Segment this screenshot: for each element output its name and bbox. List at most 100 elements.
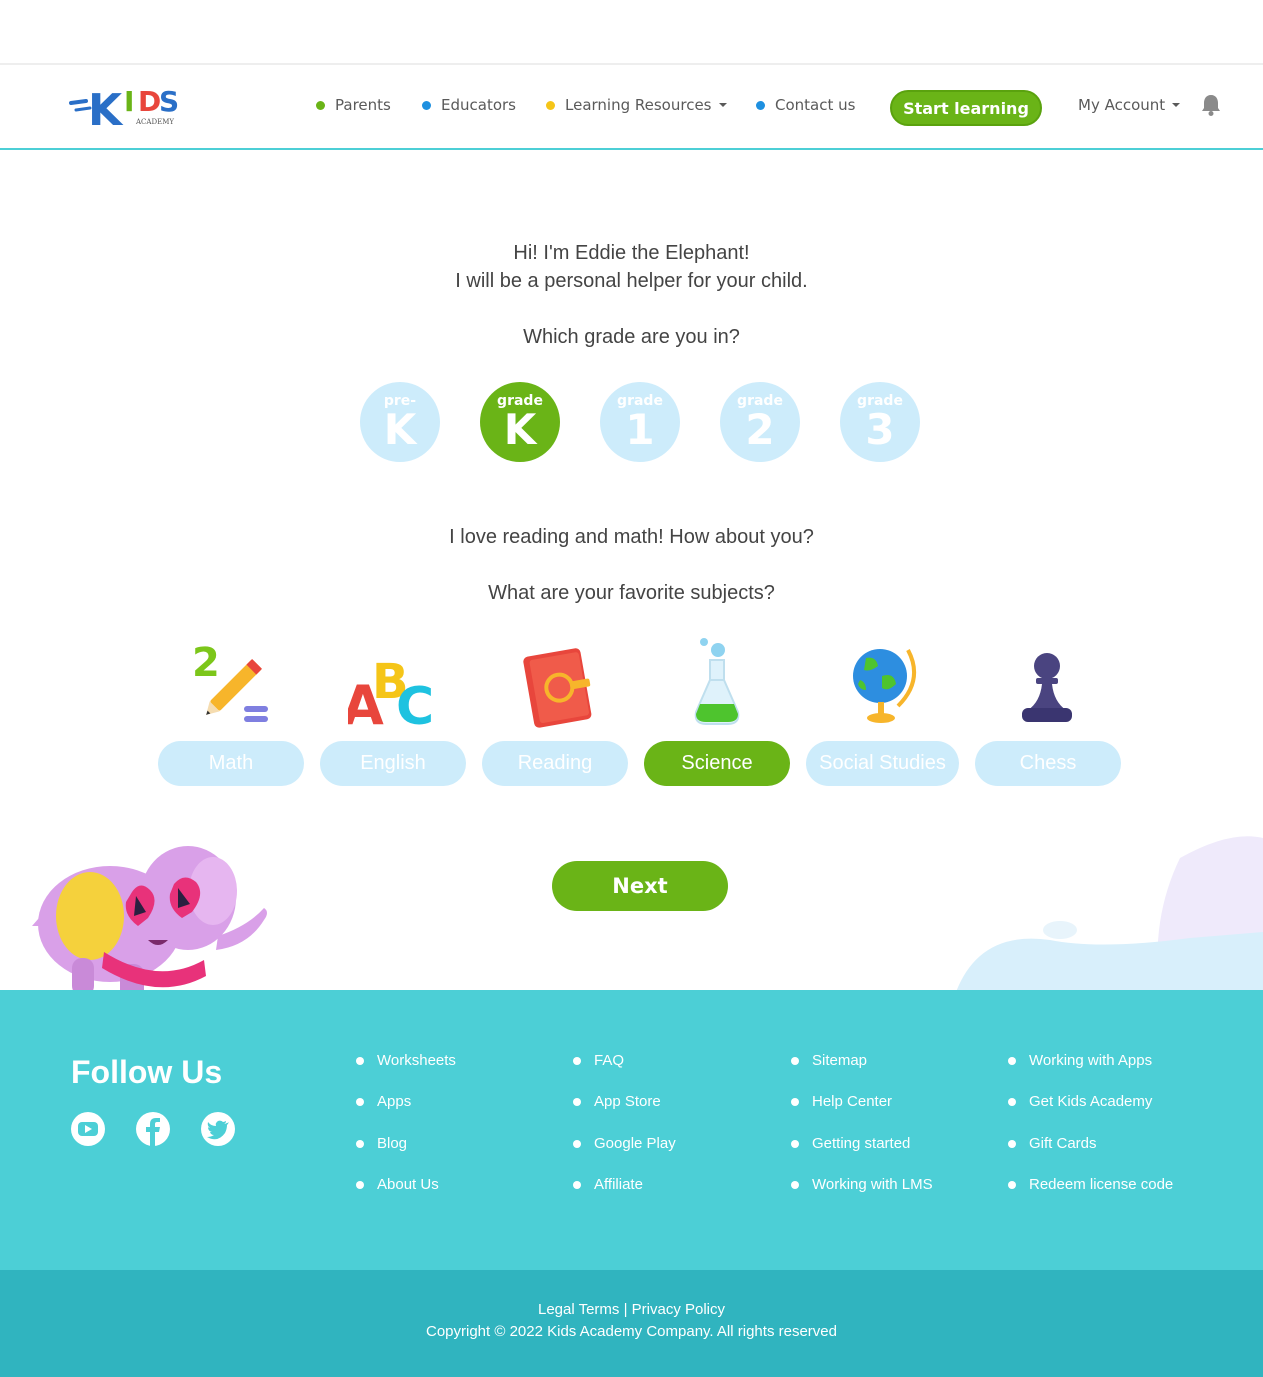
footer-link-faq[interactable]: FAQ [573,1052,624,1069]
subject-question: What are your favorite subjects? [488,582,775,604]
bullet-icon [1008,1056,1016,1065]
nav-dot-icon [422,100,431,110]
subject-social-studies-button[interactable]: Social Studies [806,741,959,786]
logo-academy: ACADEMY [135,118,174,126]
next-button[interactable]: Next [552,861,728,911]
top-header: K I D S ACADEMY Parents Educators Learni… [0,63,1263,150]
svg-text:C: C [396,677,434,728]
grade-big-label: 1 [625,405,655,454]
my-account-menu[interactable]: My Account [1078,96,1181,114]
logo-letter-i: I [124,85,134,118]
footer-link-sitemap[interactable]: Sitemap [791,1052,867,1069]
chevron-down-icon [1172,103,1181,107]
footer-link-label: Help Center [812,1093,893,1110]
book-icon [523,648,592,728]
legal-links[interactable]: Legal Terms | Privacy Policy [0,1301,1263,1318]
globe-icon [853,649,916,723]
kids-academy-logo[interactable]: K I D S ACADEMY [68,79,184,135]
intro-line-2: I will be a personal helper for your chi… [455,270,808,292]
youtube-icon[interactable] [70,1111,106,1147]
bullet-icon [573,1097,581,1106]
bullet-icon [356,1056,364,1065]
footer-link-help-center[interactable]: Help Center [791,1093,892,1110]
logo-letter-d: D [138,85,161,118]
footer-link-label: About Us [377,1176,439,1193]
copyright-text: Copyright © 2022 Kids Academy Company. A… [426,1323,837,1340]
bullet-icon [573,1180,581,1189]
bullet-icon [1008,1097,1016,1106]
footer-link-working-with-apps[interactable]: Working with Apps [1008,1052,1152,1069]
footer-link-label: Google Play [594,1135,676,1152]
nav-label: Learning Resources [565,96,712,114]
nav-label: Contact us [775,96,856,114]
nav-parents[interactable]: Parents [316,96,391,114]
bullet-icon [791,1180,799,1189]
love-line: I love reading and math! How about you? [449,526,814,548]
svg-text:2: 2 [192,640,220,686]
elephant-mascot-illustration [32,846,267,1000]
footer-link-get-kids-academy[interactable]: Get Kids Academy [1008,1093,1152,1110]
grade-option-pre-k[interactable]: pre- K [360,382,440,462]
grade-big-label: K [383,405,417,454]
footer-link-getting-started[interactable]: Getting started [791,1135,910,1152]
footer-link-label: Gift Cards [1029,1135,1097,1152]
footer-link-google-play[interactable]: Google Play [573,1135,676,1152]
subject-chess-button[interactable]: Chess [975,741,1121,786]
twitter-icon[interactable] [200,1111,236,1147]
bullet-icon [1008,1180,1016,1189]
grade-big-label: 2 [745,405,775,454]
footer-link-label: Working with LMS [812,1176,933,1193]
nav-label: Educators [441,96,516,114]
subject-english-button[interactable]: English [320,741,466,786]
footer-link-label: Blog [377,1135,408,1152]
subject-reading-button[interactable]: Reading [482,741,628,786]
bullet-icon [791,1097,799,1106]
logo-letter-k: K [88,85,124,135]
nav-label: Parents [335,96,391,114]
flask-icon [694,638,740,725]
nav-educators[interactable]: Educators [422,96,516,114]
footer-link-about-us[interactable]: About Us [356,1176,439,1193]
footer-link-gift-cards[interactable]: Gift Cards [1008,1135,1097,1152]
footer-link-label: Worksheets [377,1052,456,1069]
subject-math-button[interactable]: Math [158,741,304,786]
footer-link-label: FAQ [594,1052,625,1069]
grade-option-k[interactable]: grade K [480,382,560,462]
start-learning-button[interactable]: Start learning [890,90,1042,126]
footer-link-affiliate[interactable]: Affiliate [573,1176,643,1193]
footer-link-apps[interactable]: Apps [356,1093,411,1110]
footer-link-redeem-license-code[interactable]: Redeem license code [1008,1176,1173,1193]
facebook-icon[interactable] [135,1111,171,1147]
grade-option-3[interactable]: grade 3 [840,382,920,462]
footer-link-label: Apps [377,1093,412,1110]
footer-link-working-with-lms[interactable]: Working with LMS [791,1176,933,1193]
bullet-icon [791,1056,799,1065]
bullet-icon [791,1139,799,1148]
footer: Follow Us Worksheets Apps Blog About Us … [0,990,1263,1270]
footer-link-app-store[interactable]: App Store [573,1093,661,1110]
grade-big-label: 3 [865,405,895,454]
bullet-icon [573,1056,581,1065]
chevron-down-icon [718,103,727,107]
footer-link-label: Working with Apps [1029,1052,1153,1069]
decorative-blob [956,836,1263,992]
footer-bottom-bar: Legal Terms | Privacy Policy Copyright ©… [0,1270,1263,1377]
grade-option-2[interactable]: grade 2 [720,382,800,462]
bell-icon[interactable] [1200,93,1222,117]
footer-link-worksheets[interactable]: Worksheets [356,1052,456,1069]
bullet-icon [356,1097,364,1106]
grade-option-1[interactable]: grade 1 [600,382,680,462]
abc-icon: A B C [348,654,434,728]
my-account-label: My Account [1078,96,1166,114]
bullet-icon [573,1139,581,1148]
footer-link-label: Redeem license code [1029,1176,1174,1193]
nav-dot-icon [316,100,325,110]
footer-link-blog[interactable]: Blog [356,1135,407,1152]
bullet-icon [1008,1139,1016,1148]
footer-link-label: Getting started [812,1135,911,1152]
nav-learning-resources[interactable]: Learning Resources [546,96,727,114]
intro-line-1: Hi! I'm Eddie the Elephant! [513,242,750,264]
subject-science-button[interactable]: Science [644,741,790,786]
nav-contact-us[interactable]: Contact us [756,96,855,114]
grade-question: Which grade are you in? [523,326,740,348]
